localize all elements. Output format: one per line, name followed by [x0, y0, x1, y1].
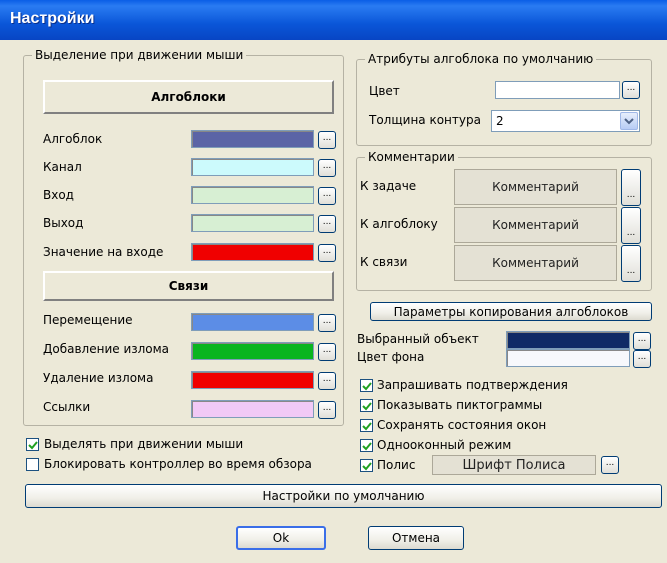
- check-mark-icon: [361, 401, 372, 410]
- algoblock-color-swatch[interactable]: [191, 214, 314, 232]
- algoblocks-header-label: Алгоблоки: [151, 90, 226, 104]
- link-color-label: Добавление излома: [43, 342, 170, 356]
- cancel-button[interactable]: Отмена: [368, 526, 464, 550]
- comment-button-label: Комментарий: [492, 218, 579, 232]
- option-checkbox-label: Сохранять состояния окон: [377, 418, 547, 432]
- links-header-label: Связи: [168, 279, 209, 293]
- thickness-label: Толщина контура: [369, 113, 481, 127]
- link-color-swatch[interactable]: [191, 371, 314, 389]
- comment-button[interactable]: Комментарий: [454, 207, 617, 243]
- bg-color-swatch[interactable]: [506, 349, 630, 367]
- option-checkbox-label: Запрашивать подтверждения: [377, 378, 568, 392]
- algoblock-color-label: Алгоблок: [43, 132, 103, 146]
- mouse-option-checkbox-label: Блокировать контроллер во время обзора: [44, 457, 312, 471]
- algoblock-color-dots-button[interactable]: ...: [318, 215, 336, 233]
- option-checkbox[interactable]: [360, 419, 373, 432]
- comment-button-label: Комментарий: [492, 180, 579, 194]
- link-color-swatch[interactable]: [191, 400, 314, 418]
- link-color-dots-button[interactable]: ...: [318, 372, 336, 390]
- bg-color-label: Цвет фона: [357, 350, 425, 364]
- algoblock-color-label: Канал: [43, 160, 82, 174]
- mouse-option-checkbox-label: Выделять при движении мыши: [44, 437, 244, 451]
- selected-object-dots-button[interactable]: ...: [633, 332, 651, 350]
- mouse-highlight-legend: Выделение при движении мыши: [35, 48, 244, 62]
- comment-target-label: К связи: [360, 255, 408, 269]
- bg-color-dots-button[interactable]: ...: [633, 350, 651, 368]
- polis-font-dots-button[interactable]: ...: [601, 456, 619, 474]
- link-color-dots-button[interactable]: ...: [318, 343, 336, 361]
- comment-dots-button[interactable]: ...: [621, 245, 641, 282]
- comment-dots-button[interactable]: ...: [621, 207, 641, 244]
- option-checkbox[interactable]: [360, 379, 373, 392]
- attr-color-field[interactable]: [495, 81, 620, 99]
- algoblock-color-dots-button[interactable]: ...: [318, 244, 336, 262]
- chevron-down-icon[interactable]: [620, 112, 638, 130]
- algoblocks-header: Алгоблоки: [43, 80, 334, 114]
- defaults-button[interactable]: Настройки по умолчанию: [25, 484, 662, 508]
- algoblock-color-dots-button[interactable]: ...: [318, 187, 336, 205]
- algoblock-color-dots-button[interactable]: ...: [318, 131, 336, 149]
- option-checkbox-label: Однооконный режим: [377, 438, 512, 452]
- link-color-label: Ссылки: [43, 400, 91, 414]
- polis-checkbox[interactable]: [360, 459, 373, 472]
- algoblock-color-swatch[interactable]: [191, 186, 314, 204]
- algoblock-color-dots-button[interactable]: ...: [318, 159, 336, 177]
- algoblock-color-swatch[interactable]: [191, 130, 314, 148]
- link-color-dots-button[interactable]: ...: [318, 314, 336, 332]
- check-mark-icon: [361, 381, 372, 390]
- polis-label: Полис: [377, 458, 416, 472]
- check-mark-icon: [361, 461, 372, 470]
- ok-button[interactable]: Ok: [236, 526, 326, 550]
- check-mark-icon: [27, 440, 38, 449]
- option-checkbox-label: Показывать пиктограммы: [377, 398, 543, 412]
- algoblock-color-label: Значение на входе: [43, 245, 164, 259]
- thickness-value: 2: [496, 114, 504, 128]
- comment-button[interactable]: Комментарий: [454, 245, 617, 281]
- copy-params-button[interactable]: Параметры копирования алгоблоков: [370, 302, 652, 321]
- comment-target-label: К алгоблоку: [360, 217, 438, 231]
- mouse-option-checkbox[interactable]: [26, 458, 39, 471]
- comment-button-label: Комментарий: [492, 256, 579, 270]
- algoblock-color-label: Вход: [43, 188, 74, 202]
- check-mark-icon: [361, 421, 372, 430]
- comment-button[interactable]: Комментарий: [454, 169, 617, 205]
- polis-font-button[interactable]: Шрифт Полиса: [432, 455, 596, 475]
- link-color-label: Удаление излома: [43, 371, 154, 385]
- title-bar[interactable]: Настройки: [0, 0, 667, 40]
- settings-dialog: Настройки Выделение при движении мыши Ал…: [0, 0, 667, 563]
- check-mark-icon: [361, 441, 372, 450]
- algoblock-color-swatch[interactable]: [191, 243, 314, 261]
- algoblock-color-label: Выход: [43, 216, 84, 230]
- thickness-select[interactable]: 2: [491, 110, 640, 132]
- attributes-legend: Атрибуты алгоблока по умолчанию: [368, 52, 594, 66]
- window-title: Настройки: [10, 10, 95, 27]
- selected-object-color[interactable]: [506, 331, 630, 349]
- link-color-dots-button[interactable]: ...: [318, 401, 336, 419]
- links-header: Связи: [43, 271, 334, 301]
- comment-target-label: К задаче: [360, 179, 417, 193]
- link-color-swatch[interactable]: [191, 313, 314, 331]
- comments-legend: Комментарии: [368, 150, 455, 164]
- mouse-option-checkbox[interactable]: [26, 438, 39, 451]
- attr-color-dots-button[interactable]: ...: [622, 81, 640, 99]
- algoblock-color-swatch[interactable]: [191, 158, 314, 176]
- attr-color-label: Цвет: [369, 84, 400, 98]
- polis-font-label: Шрифт Полиса: [462, 457, 566, 473]
- option-checkbox[interactable]: [360, 439, 373, 452]
- selected-object-label: Выбранный объект: [357, 332, 479, 346]
- link-color-label: Перемещение: [43, 313, 133, 327]
- option-checkbox[interactable]: [360, 399, 373, 412]
- comment-dots-button[interactable]: ...: [621, 169, 641, 206]
- link-color-swatch[interactable]: [191, 342, 314, 360]
